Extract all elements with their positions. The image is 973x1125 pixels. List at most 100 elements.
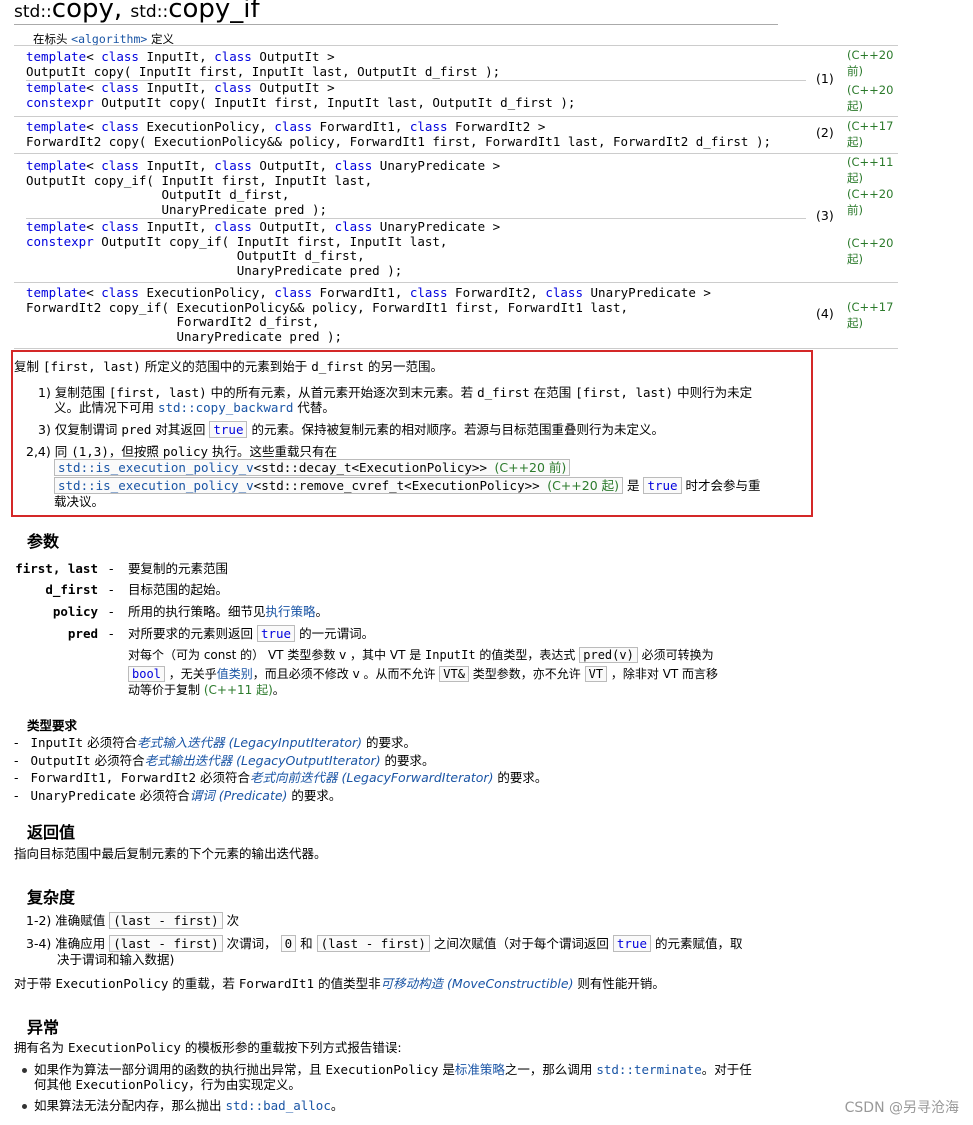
is-execution-policy-link[interactable]: std::is_execution_policy_v <box>58 478 254 493</box>
item-code: policy <box>162 444 209 459</box>
complexity-text: 准确应用 <box>55 936 110 951</box>
complexity-text: 之间次赋值（对于每个谓词返回 <box>429 936 613 951</box>
param-dash: - <box>109 626 114 641</box>
item-code: [first, last) <box>108 385 207 400</box>
note-code: ExecutionPolicy <box>55 976 169 991</box>
version-tag: (C++11 起) <box>847 154 893 186</box>
params-heading: 参数 <box>27 532 60 551</box>
pred-text: ，除非对 VT 而言移 <box>607 667 719 681</box>
value-category-link[interactable]: 值类别 <box>217 667 253 681</box>
complexity-note: 对于带 ExecutionPolicy 的重载，若 ForwardIt1 的值类… <box>14 976 665 991</box>
declaration-6: template< class ExecutionPolicy, class F… <box>26 285 711 344</box>
header-note-post: 定义 <box>147 32 174 46</box>
complexity-label: 3-4) <box>26 936 52 951</box>
pred-requirement-line-1: 对每个（可为 const 的） VT 类型参数 v ，其中 VT 是 Input… <box>128 647 714 663</box>
item-text: 时才会参与重 <box>681 478 761 493</box>
condition-code: <std::remove_cvref_t<ExecutionPolicy>> <box>253 478 540 493</box>
complexity-label: 1-2) <box>26 913 52 928</box>
desc-item-2-4: 2,4) 同 (1,3)，但按照 policy 执行。这些重载只有在 <box>26 444 337 459</box>
note-text: 的值类型非 <box>314 976 381 991</box>
param-desc: 对所要求的元素则返回 true 的一元谓词。 <box>128 625 374 642</box>
exceptions-code: ExecutionPolicy <box>75 1077 189 1092</box>
move-constructible-link[interactable]: 可移动构造 (MoveConstructible) <box>381 976 574 991</box>
item-text: ，但按照 <box>108 444 163 459</box>
exception-bullet-1: 如果作为算法一部分调用的函数的执行抛出异常，且 ExecutionPolicy … <box>34 1062 752 1077</box>
note-text: 则有性能开销。 <box>573 976 665 991</box>
execution-policy-link[interactable]: 执行策略 <box>266 604 316 619</box>
param-dash: - <box>109 561 114 576</box>
param-name: first, last <box>15 561 98 576</box>
copy-backward-link[interactable]: std::copy_backward <box>158 400 293 415</box>
type-req-code: UnaryPredicate <box>30 788 136 803</box>
intro-text: 的另一范围。 <box>363 359 443 374</box>
decl-6-line2: ForwardIt2 copy_if( ExecutionPolicy&& po… <box>26 299 629 315</box>
return-text: 指向目标范围中最后复制元素的下个元素的输出迭代器。 <box>14 846 327 861</box>
version-std: (C++20 <box>847 236 894 250</box>
legacy-forward-iterator-link[interactable]: 老式向前迭代器 (LegacyForwardIterator) <box>250 770 493 785</box>
complexity-text: 次谓词， <box>222 936 281 951</box>
intro-code: [first, last) <box>42 359 141 374</box>
type-req-text: 必须符合 <box>83 735 138 750</box>
version-tag: (C++20 前) <box>847 186 893 218</box>
bool-keyword: bool <box>128 666 165 682</box>
overload-number: (1) <box>816 71 834 86</box>
condition-version: (C++20 前) <box>494 460 567 475</box>
exceptions-text: 的模板形参的重载按下列方式报告错误: <box>180 1040 402 1055</box>
version-std: (C++20 <box>847 187 894 201</box>
condition-version: (C++20 起) <box>547 478 619 493</box>
version-tag: (C++20 前) <box>847 47 893 79</box>
item-text: 在范围 <box>529 385 576 400</box>
declaration-1: template< class InputIt, class OutputIt … <box>26 49 500 79</box>
desc-item-1-cont: 义。此情况下可用 std::copy_backward 代替。 <box>54 400 335 415</box>
version-tag: (C++20 起) <box>847 235 893 267</box>
version-when: 起) <box>847 171 863 185</box>
desc-item-3: 3) 仅复制谓词 pred 对其返回 true 的元素。保持被复制元素的相对顺序… <box>38 421 664 438</box>
pred-version: (C++11 起) <box>203 683 273 697</box>
intro-text: 所定义的范围中的元素到始于 <box>140 359 312 374</box>
exceptions-code: ExecutionPolicy <box>325 1062 439 1077</box>
decl-5-line3: OutputIt d_first, <box>26 248 365 264</box>
note-text: 对于带 <box>14 976 56 991</box>
version-tag: (C++20 起) <box>847 82 893 114</box>
type-req-code: InputIt <box>30 735 84 750</box>
intro-text: 复制 <box>14 359 43 374</box>
bad-alloc-link[interactable]: std::bad_alloc <box>225 1098 330 1113</box>
exception-bullet-1-cont: 何其他 ExecutionPolicy，行为由实现定义。 <box>34 1077 301 1092</box>
is-execution-policy-link[interactable]: std::is_execution_policy_v <box>58 460 254 475</box>
complexity-text: 准确赋值 <box>55 913 110 928</box>
complexity-item-1: 1-2) 准确赋值 (last - first) 次 <box>26 912 239 929</box>
type-req-text: 必须符合 <box>196 770 250 785</box>
condition-code: <std::decay_t<ExecutionPolicy>> <box>253 460 487 475</box>
condition-code-box: std::is_execution_policy_v<std::remove_c… <box>54 477 623 494</box>
param-desc: 目标范围的起始。 <box>128 582 229 597</box>
version-tag: (C++17 起) <box>847 118 893 150</box>
type-req-dash: - <box>14 753 19 768</box>
pred-text: VT <box>267 648 284 662</box>
exceptions-text: 之一，那么调用 <box>504 1062 597 1077</box>
title-divider <box>14 24 778 25</box>
header-link[interactable]: <algorithm> <box>71 32 147 46</box>
version-std: (C++20 <box>847 48 894 62</box>
decl-6-line4: UnaryPredicate pred ); <box>26 328 343 344</box>
title-copy: copy <box>51 0 114 24</box>
version-std: (C++20 <box>847 83 894 97</box>
note-text: 的重载，若 <box>168 976 239 991</box>
pred-text: ，无关乎 <box>164 667 217 681</box>
decl-5-line4: UnaryPredicate pred ); <box>26 262 403 278</box>
terminate-link[interactable]: std::terminate <box>596 1062 701 1077</box>
decl-4-template: template< class InputIt, class OutputIt,… <box>26 158 501 173</box>
param-desc-text: 对所要求的元素则返回 <box>128 626 257 641</box>
bullet-icon <box>22 1068 27 1073</box>
title-copy-if: copy_if <box>168 0 260 24</box>
pred-text: 类型参数 v ，其中 VT 是 <box>283 648 426 662</box>
decl-divider <box>14 153 898 154</box>
legacy-output-iterator-link[interactable]: 老式输出迭代器 (LegacyOutputIterator) <box>145 753 381 768</box>
predicate-link[interactable]: 谓词 (Predicate) <box>190 788 288 803</box>
standard-policy-link[interactable]: 标准策略 <box>455 1062 505 1077</box>
true-keyword: true <box>612 935 651 952</box>
decl-4-line2: OutputIt copy_if( InputIt first, InputIt… <box>26 172 373 188</box>
legacy-input-iterator-link[interactable]: 老式输入迭代器 (LegacyInputIterator) <box>137 735 362 750</box>
condition-code-box: std::is_execution_policy_v<std::decay_t<… <box>54 459 571 476</box>
pred-requirement-line-2: bool ，无关乎值类别，而且必须不修改 v 。从而不允许 VT& 类型参数，亦… <box>128 666 719 682</box>
pred-text: 动等价于复制 <box>128 683 204 697</box>
